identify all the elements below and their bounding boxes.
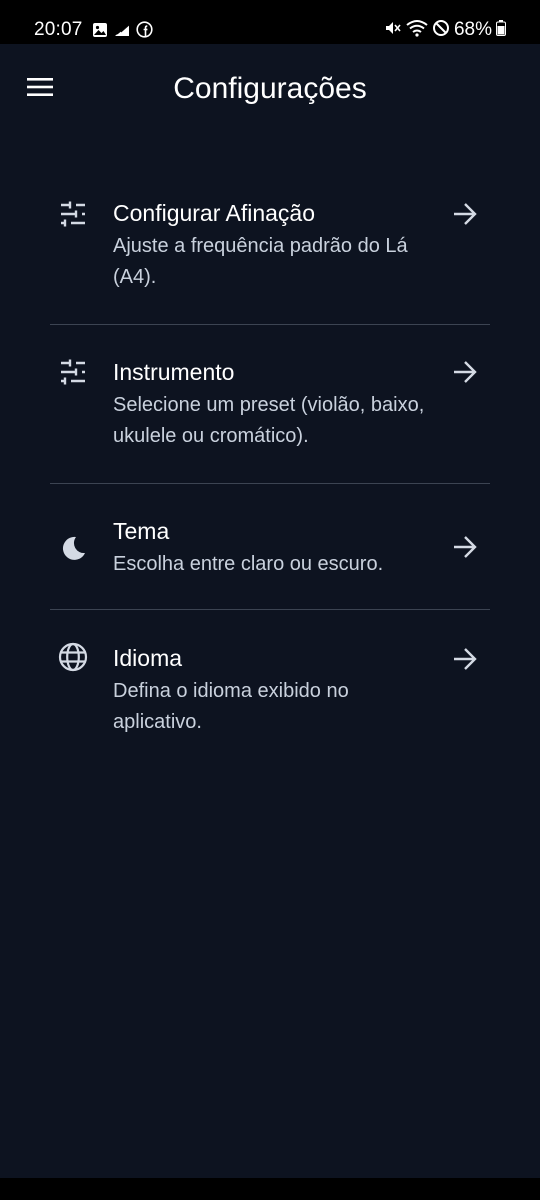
settings-item-title: Configurar Afinação (113, 200, 316, 226)
facebook-icon (136, 21, 153, 43)
app-bar: Configurações (0, 44, 540, 134)
settings-item-title: Instrumento (113, 359, 235, 385)
status-bar: 20:07 68% (0, 0, 540, 44)
settings-item-subtitle: Ajuste a frequência padrão do Lá (A4). (113, 235, 408, 288)
arrow-right-icon (450, 532, 480, 562)
status-right-icons: 68% (384, 18, 506, 42)
battery-percentage: 68% (453, 19, 492, 40)
battery-icon (496, 19, 506, 41)
menu-button[interactable] (22, 72, 58, 106)
mute-icon (384, 19, 402, 42)
image-icon (92, 22, 108, 43)
do-not-disturb-icon (432, 19, 450, 42)
status-left-icons (92, 21, 153, 43)
settings-item-instrument[interactable]: Instrumento Selecione um preset (violão,… (50, 325, 490, 483)
settings-item-subtitle: Escolha entre claro ou escuro. (113, 553, 384, 575)
page-title: Configurações (173, 72, 367, 105)
settings-item-tuning[interactable]: Configurar Afinação Ajuste a frequência … (50, 175, 490, 325)
settings-item-title: Tema (113, 518, 170, 544)
settings-item-subtitle: Selecione um preset (violão, baixo, ukul… (113, 394, 425, 447)
arrow-right-icon (450, 199, 480, 229)
settings-item-title: Idioma (113, 645, 183, 671)
wifi-icon (406, 19, 428, 42)
settings-item-language[interactable]: Idioma Defina o idioma exibido no aplica… (50, 610, 490, 750)
navigation-bar (0, 1178, 540, 1200)
hamburger-menu-icon (26, 76, 54, 103)
tune-sliders-icon (58, 199, 88, 229)
settings-item-text: Tema Escolha entre claro ou escuro. (113, 517, 433, 580)
settings-item-text: Configurar Afinação Ajuste a frequência … (113, 199, 433, 293)
signal-strength-icon (113, 22, 131, 43)
settings-item-text: Instrumento Selecione um preset (violão,… (113, 358, 433, 452)
globe-icon (58, 642, 88, 672)
tune-sliders-icon (58, 357, 88, 387)
settings-item-text: Idioma Defina o idioma exibido no aplica… (113, 644, 433, 738)
moon-icon (58, 533, 88, 563)
status-time: 20:07 (34, 19, 83, 40)
arrow-right-icon (450, 644, 480, 674)
settings-item-subtitle: Defina o idioma exibido no aplicativo. (113, 680, 349, 733)
arrow-right-icon (450, 357, 480, 387)
settings-item-theme[interactable]: Tema Escolha entre claro ou escuro. (50, 484, 490, 609)
